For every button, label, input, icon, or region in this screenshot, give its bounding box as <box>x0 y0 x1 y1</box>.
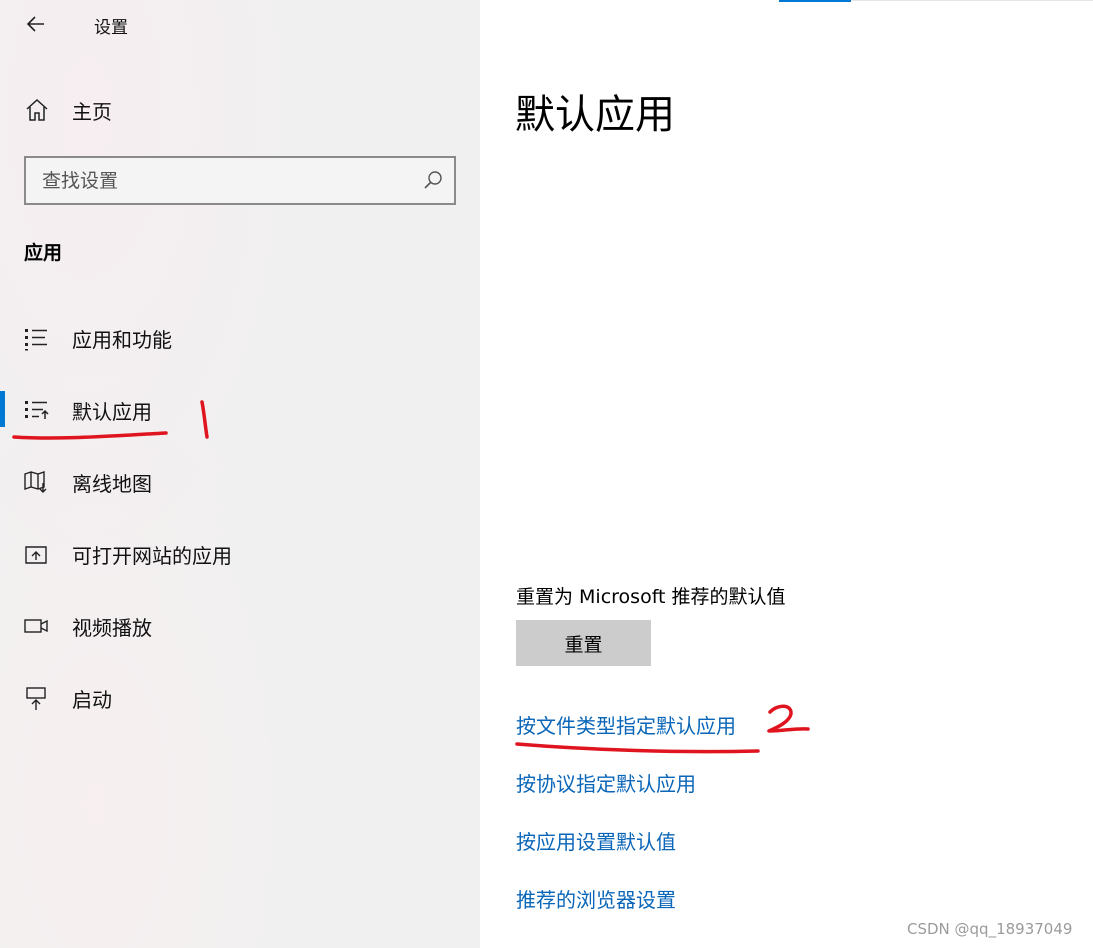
sidebar-item-open-websites[interactable]: 可打开网站的应用 <box>0 529 460 579</box>
default-apps-icon <box>22 396 50 424</box>
window-title: 设置 <box>94 18 128 38</box>
top-accent-strip <box>779 0 851 2</box>
open-website-icon <box>22 540 50 568</box>
sidebar-item-offline-maps[interactable]: 离线地图 <box>0 457 460 507</box>
main-panel <box>480 0 1093 948</box>
video-icon <box>22 612 50 640</box>
back-button[interactable] <box>24 10 52 38</box>
sidebar-item-default-apps[interactable]: 默认应用 <box>0 385 460 435</box>
sidebar-item-startup[interactable]: 启动 <box>0 673 460 723</box>
sidebar-item-label: 启动 <box>72 687 112 712</box>
startup-icon <box>22 684 50 712</box>
search-input[interactable] <box>42 168 402 194</box>
link-browser-settings[interactable]: 推荐的浏览器设置 <box>516 884 676 913</box>
link-by-file-type[interactable]: 按文件类型指定默认应用 <box>516 710 736 739</box>
sidebar-item-label: 离线地图 <box>72 471 152 496</box>
link-by-protocol[interactable]: 按协议指定默认应用 <box>516 768 696 797</box>
page-title: 默认应用 <box>515 92 675 138</box>
map-icon <box>22 468 50 496</box>
search-box[interactable] <box>24 156 456 205</box>
search-icon[interactable] <box>422 169 444 191</box>
back-arrow-icon <box>26 16 44 32</box>
apps-list-icon <box>22 324 50 352</box>
reset-button[interactable]: 重置 <box>516 620 651 666</box>
reset-description: 重置为 Microsoft 推荐的默认值 <box>516 586 786 608</box>
home-label: 主页 <box>72 99 112 124</box>
top-divider <box>851 0 1093 1</box>
sidebar-item-label: 可打开网站的应用 <box>72 543 232 568</box>
link-by-app[interactable]: 按应用设置默认值 <box>516 826 676 855</box>
sidebar-item-video-playback[interactable]: 视频播放 <box>0 601 460 651</box>
sidebar-item-label: 默认应用 <box>72 399 152 424</box>
sidebar: 设置 主页 应用 应用和功能 默认应用 <box>0 0 480 948</box>
section-header: 应用 <box>24 242 63 264</box>
watermark: CSDN @qq_18937049 <box>907 920 1073 938</box>
home-icon <box>26 98 48 121</box>
sidebar-item-apps-features[interactable]: 应用和功能 <box>0 313 460 363</box>
sidebar-item-label: 应用和功能 <box>72 327 172 352</box>
sidebar-item-label: 视频播放 <box>72 615 152 640</box>
home-nav[interactable]: 主页 <box>24 93 444 127</box>
